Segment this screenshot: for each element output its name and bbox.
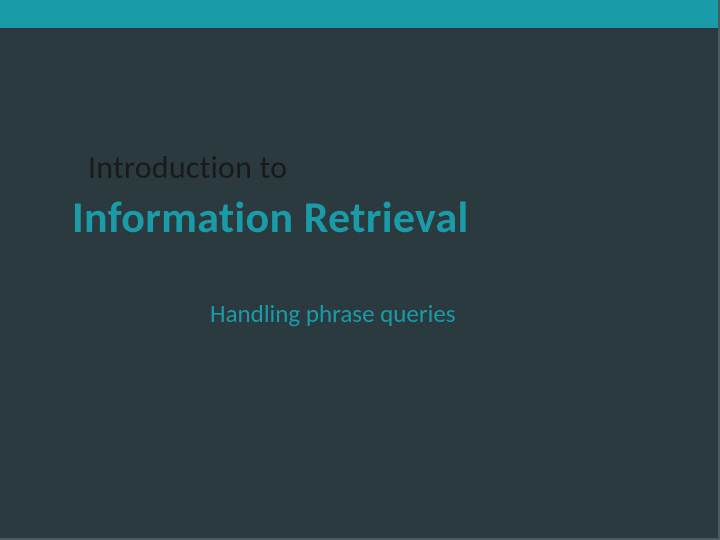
slide-title: Information Retrieval [72, 190, 469, 244]
slide-content: Introduction to Information Retrieval Ha… [0, 28, 718, 538]
top-accent-bar [0, 0, 718, 29]
kicker-text: Introduction to [88, 148, 287, 187]
slide-subtitle: Handling phrase queries [210, 298, 456, 329]
slide: Introduction to Information Retrieval Ha… [0, 0, 720, 540]
